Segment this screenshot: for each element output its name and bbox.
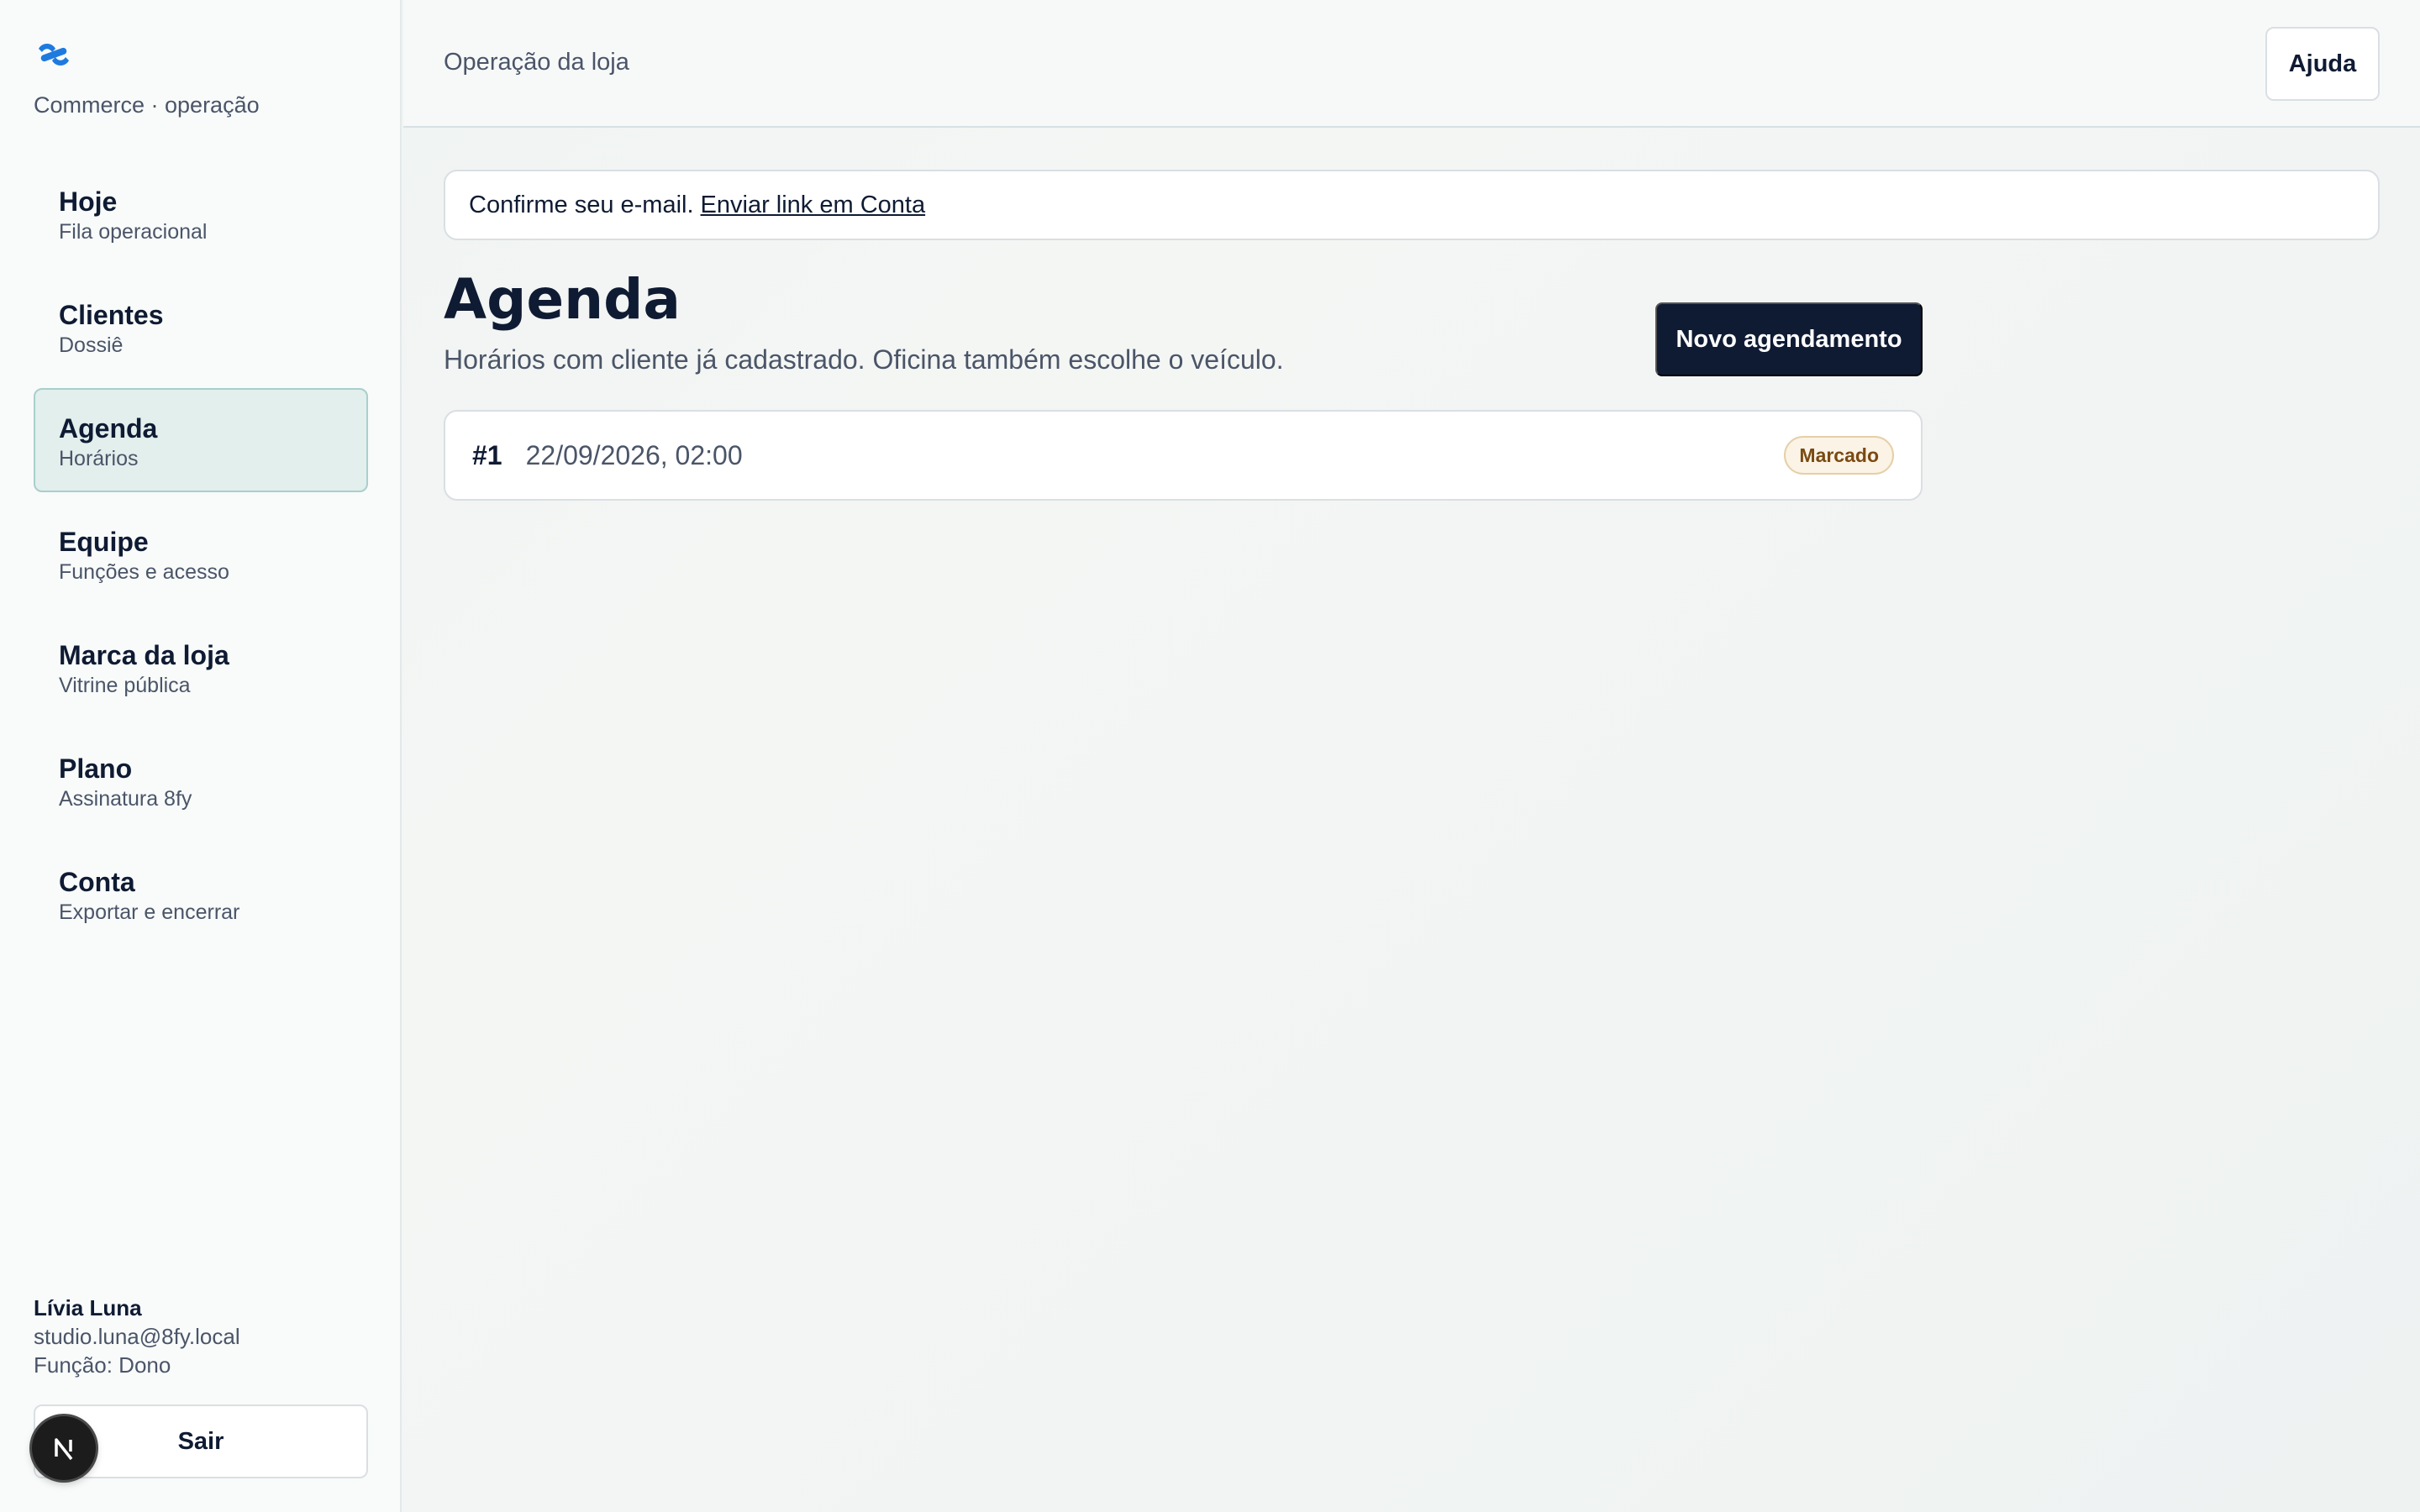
sidebar-item-hoje[interactable]: Hoje Fila operacional [34, 161, 368, 265]
user-role: Função: Dono [34, 1352, 171, 1378]
help-button[interactable]: Ajuda [2265, 27, 2380, 101]
sidebar-item-clientes[interactable]: Clientes Dossiê [34, 275, 368, 379]
sidebar: Commerce · operação Hoje Fila operaciona… [0, 0, 402, 1512]
sidebar-item-equipe[interactable]: Equipe Funções e acesso [34, 501, 368, 606]
sidebar-item-label: Marca da loja [59, 640, 229, 670]
send-link-link[interactable]: Enviar link em Conta [701, 192, 926, 219]
page-title: Agenda [444, 267, 681, 332]
sidebar-item-sublabel: Funções e acesso [59, 560, 229, 584]
sidebar-item-marca-da-loja[interactable]: Marca da loja Vitrine pública [34, 615, 368, 719]
user-info: Lívia Luna studio.luna@8fy.local Função:… [34, 1294, 240, 1379]
sidebar-item-agenda[interactable]: Agenda Horários [34, 388, 368, 492]
sidebar-item-sublabel: Exportar e encerrar [59, 900, 240, 924]
sidebar-item-sublabel: Dossiê [59, 333, 124, 357]
nextjs-icon[interactable] [32, 1416, 96, 1480]
nextjs-n-icon [55, 1438, 73, 1461]
sidebar-item-label: Equipe [59, 527, 149, 557]
notice-text: Confirme seu e-mail. [469, 191, 694, 218]
appointment-number: #1 [472, 439, 502, 470]
sidebar-item-sublabel: Assinatura 8fy [59, 787, 192, 811]
header-title: Operação da loja [444, 49, 629, 76]
sidebar-item-sublabel: Fila operacional [59, 220, 208, 244]
sidebar-item-sublabel: Vitrine pública [59, 674, 191, 697]
status-badge: Marcado [1784, 436, 1894, 475]
user-email: studio.luna@8fy.local [34, 1324, 240, 1349]
brand-subtitle: Commerce · operação [34, 92, 260, 118]
new-appointment-button[interactable]: Novo agendamento [1655, 302, 1923, 376]
sidebar-item-label: Hoje [59, 186, 118, 217]
top-header: Operação da loja Ajuda [403, 0, 2420, 128]
sidebar-item-label: Clientes [59, 300, 164, 330]
sidebar-item-label: Conta [59, 867, 135, 897]
sidebar-item-label: Agenda [59, 413, 158, 444]
sidebar-nav: Hoje Fila operacional Clientes Dossiê Ag… [34, 161, 368, 955]
sidebar-item-conta[interactable]: Conta Exportar e encerrar [34, 842, 368, 946]
sidebar-item-plano[interactable]: Plano Assinatura 8fy [34, 728, 368, 832]
sidebar-item-sublabel: Horários [59, 447, 139, 470]
brand-logo-icon[interactable] [34, 40, 74, 69]
sidebar-item-label: Plano [59, 753, 133, 784]
email-confirmation-notice: Confirme seu e-mail. Enviar link em Cont… [444, 170, 2380, 240]
appointment-datetime: 22/09/2026, 02:00 [525, 439, 743, 470]
user-name: Lívia Luna [34, 1295, 142, 1320]
page-subtitle: Horários com cliente já cadastrado. Ofic… [444, 344, 1284, 375]
appointment-row[interactable]: #1 22/09/2026, 02:00 Marcado [444, 410, 1923, 501]
